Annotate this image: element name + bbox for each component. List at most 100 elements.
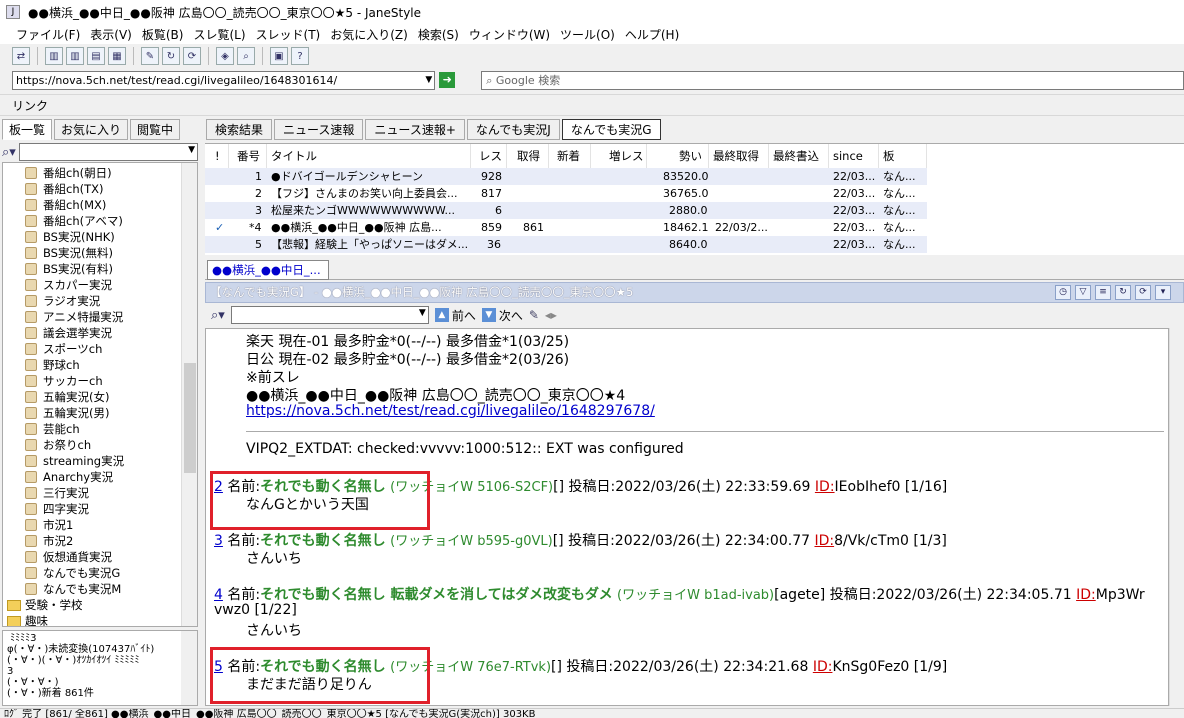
- col-since[interactable]: since: [829, 144, 879, 168]
- post-id-label[interactable]: ID:: [815, 479, 835, 495]
- board-item[interactable]: スカパー実況: [25, 277, 112, 293]
- menu-thread[interactable]: スレッド(T): [256, 26, 321, 43]
- tab-favorites[interactable]: お気に入り: [54, 119, 129, 140]
- board-item[interactable]: 番組ch(TX): [25, 181, 104, 197]
- magnifier-icon[interactable]: ⌕: [237, 47, 255, 65]
- thread-search-input[interactable]: ▼: [230, 306, 429, 324]
- chat-search-icon[interactable]: ◈: [216, 47, 234, 65]
- board-item[interactable]: 市況1: [25, 517, 73, 533]
- connect-icon[interactable]: ⇄: [12, 47, 30, 65]
- menu-tools[interactable]: ツール(O): [560, 26, 615, 43]
- board-search-input[interactable]: ▼: [18, 143, 198, 161]
- board-item[interactable]: 五輪実況(女): [25, 389, 109, 405]
- tab-board-list[interactable]: 板一覧: [2, 119, 53, 140]
- board-item[interactable]: streaming実況: [25, 453, 124, 469]
- post-id-label[interactable]: ID:: [813, 659, 833, 675]
- col-increase[interactable]: 増レス: [591, 144, 647, 168]
- thread-row[interactable]: 3 松屋来たンゴWWWWWWWWWW... 6 2880.0 22/03... …: [205, 202, 927, 219]
- col-board[interactable]: 板: [879, 144, 927, 168]
- menu-favorites[interactable]: お気に入り(Z): [330, 26, 408, 43]
- col-number[interactable]: 番号: [229, 144, 267, 168]
- search-icon[interactable]: ⌕▾: [211, 308, 225, 323]
- col-last-post[interactable]: 最終書込: [769, 144, 829, 168]
- tab-browsing[interactable]: 閲覧中: [130, 119, 181, 140]
- post-id-label[interactable]: ID:: [814, 533, 834, 549]
- chevron-down-icon[interactable]: ▼: [188, 145, 195, 155]
- board-item[interactable]: スポーツch: [25, 341, 102, 357]
- help-icon[interactable]: ?: [291, 47, 309, 65]
- board-item[interactable]: BS実況(無料): [25, 245, 113, 261]
- split-icon[interactable]: ◂▸: [545, 308, 557, 322]
- menu-search[interactable]: 検索(S): [418, 26, 459, 43]
- board-item[interactable]: BS実況(NHK): [25, 229, 115, 245]
- tab-nanj[interactable]: なんでも実況J: [466, 119, 560, 140]
- board-item[interactable]: サッカーch: [25, 373, 103, 389]
- thread-row[interactable]: 2 【フジ】さんまのお笑い向上委員会... 817 36765.0 22/03.…: [205, 185, 927, 202]
- clock-icon[interactable]: ◷: [1055, 285, 1071, 300]
- reload-icon[interactable]: ↻: [1115, 285, 1131, 300]
- folder-item[interactable]: 趣味: [7, 613, 48, 626]
- tab-search-results[interactable]: 検索結果: [206, 119, 273, 140]
- board-tree-scrollbar[interactable]: [181, 163, 197, 626]
- layout2-icon[interactable]: ▥: [66, 47, 84, 65]
- layout3-icon[interactable]: ▤: [87, 47, 105, 65]
- settings-icon[interactable]: ▣: [270, 47, 288, 65]
- board-item[interactable]: なんでも実況M: [25, 581, 121, 597]
- board-item[interactable]: 仮想通貨実況: [25, 549, 112, 565]
- write-icon[interactable]: ✎: [141, 47, 159, 65]
- refresh-icon[interactable]: ⟳: [1135, 285, 1151, 300]
- board-item[interactable]: Anarchy実況: [25, 469, 113, 485]
- thread-tab[interactable]: ●●横浜_●●中日_...: [207, 260, 329, 280]
- tab-nang[interactable]: なんでも実況G: [561, 119, 661, 140]
- board-item[interactable]: 四字実況: [25, 501, 89, 517]
- filter-icon[interactable]: ▽: [1075, 285, 1091, 300]
- post-number[interactable]: 3: [214, 533, 223, 549]
- menu-view[interactable]: 表示(V): [90, 26, 132, 43]
- next-button[interactable]: ▼ 次へ: [481, 307, 523, 324]
- prev-thread-link[interactable]: https://nova.5ch.net/test/read.cgi/liveg…: [246, 403, 655, 419]
- chevron-down-icon[interactable]: ▼: [425, 72, 432, 89]
- board-item[interactable]: お祭りch: [25, 437, 91, 453]
- log-scrollbar[interactable]: [181, 631, 197, 705]
- menu-file[interactable]: ファイル(F): [16, 26, 80, 43]
- board-item[interactable]: 議会選挙実況: [25, 325, 112, 341]
- board-item[interactable]: 芸能ch: [25, 421, 80, 437]
- thread-row[interactable]: ✓ *4 ●●横浜_●●中日_●●阪神 広島... 859 861 18462.…: [205, 219, 927, 236]
- board-item[interactable]: 野球ch: [25, 357, 80, 373]
- url-input[interactable]: https://nova.5ch.net/test/read.cgi/liveg…: [12, 70, 436, 90]
- prev-button[interactable]: ▲ 前へ: [434, 307, 476, 324]
- refresh-all-icon[interactable]: ⟳: [183, 47, 201, 65]
- board-item[interactable]: 番組ch(アベマ): [25, 213, 123, 229]
- menu-icon[interactable]: ▾: [1155, 285, 1171, 300]
- layout4-icon[interactable]: ▦: [108, 47, 126, 65]
- thread-row[interactable]: 1 ●ドバイゴールデンシャヒーン 928 83520.0 22/03... なん…: [205, 168, 927, 185]
- folder-item[interactable]: 受験・学校: [7, 597, 83, 613]
- refresh-icon[interactable]: ↻: [162, 47, 180, 65]
- menu-threadlist[interactable]: スレ覧(L): [193, 26, 245, 43]
- board-item[interactable]: 三行実況: [25, 485, 89, 501]
- post-id-label[interactable]: ID:: [1076, 587, 1096, 603]
- menu-board[interactable]: 板覧(B): [142, 26, 184, 43]
- scroll-thumb[interactable]: [184, 363, 196, 473]
- menu-window[interactable]: ウィンドウ(W): [469, 26, 550, 43]
- col-momentum[interactable]: 勢い: [647, 144, 709, 168]
- col-res[interactable]: レス: [471, 144, 507, 168]
- col-last-get[interactable]: 最終取得: [709, 144, 769, 168]
- pen-icon[interactable]: ✎: [529, 308, 539, 322]
- board-item[interactable]: アニメ特撮実況: [25, 309, 123, 325]
- col-title[interactable]: タイトル: [267, 144, 471, 168]
- thread-row[interactable]: 5 【悲報】経験上「やっぱソニーはダメ... 36 8640.0 22/03..…: [205, 236, 927, 253]
- chevron-down-icon[interactable]: ▼: [419, 308, 426, 318]
- post-number[interactable]: 4: [214, 587, 223, 603]
- board-item[interactable]: ラジオ実況: [25, 293, 100, 309]
- menu-help[interactable]: ヘルプ(H): [625, 26, 679, 43]
- board-item[interactable]: 市況2: [25, 533, 73, 549]
- board-item[interactable]: BS実況(有料): [25, 261, 113, 277]
- board-item[interactable]: なんでも実況G: [25, 565, 120, 581]
- col-got[interactable]: 取得: [507, 144, 549, 168]
- board-item[interactable]: 番組ch(朝日): [25, 165, 112, 181]
- search-icon[interactable]: ⌕▾: [2, 145, 16, 160]
- col-mark[interactable]: !: [205, 144, 229, 168]
- google-search-input[interactable]: ⌕ Google 検索: [481, 70, 1184, 90]
- tab-news-plus[interactable]: ニュース速報+: [365, 119, 465, 140]
